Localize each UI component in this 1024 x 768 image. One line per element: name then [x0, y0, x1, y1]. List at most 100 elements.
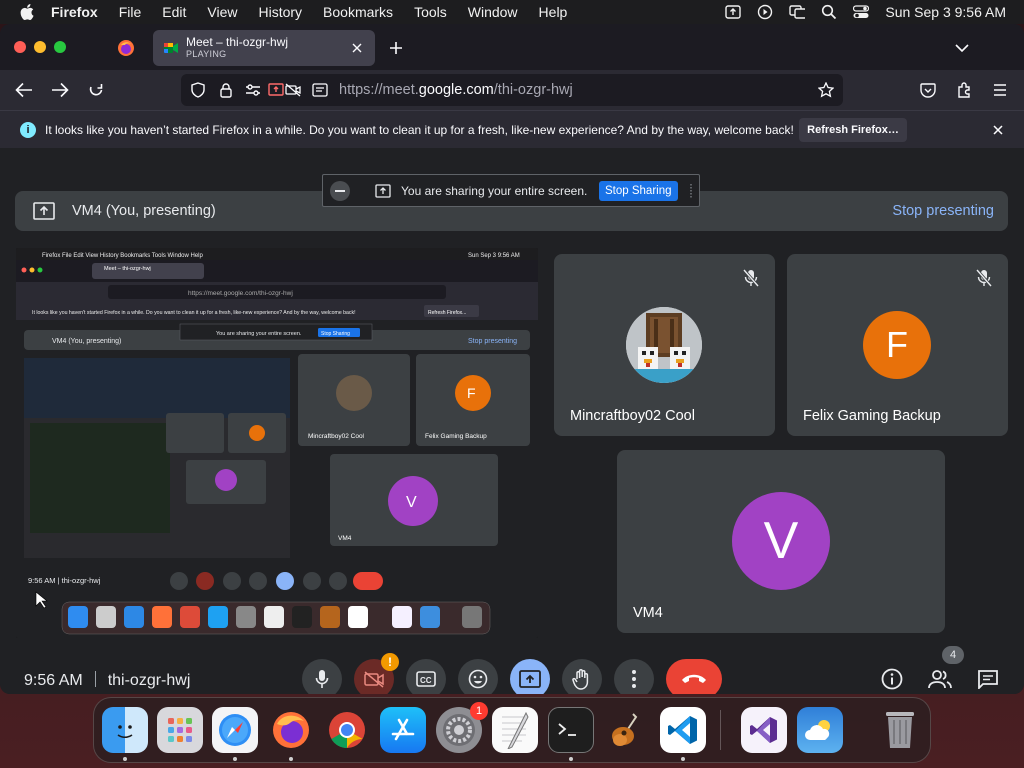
reload-button[interactable]: [84, 78, 108, 102]
now-playing-icon[interactable]: [757, 4, 773, 20]
svg-text:CC: CC: [420, 676, 432, 685]
zoom-window-button[interactable]: [54, 41, 66, 53]
menu-app-name[interactable]: Firefox: [51, 4, 98, 20]
participant-tile-felix[interactable]: F Felix Gaming Backup: [787, 254, 1008, 436]
stop-sharing-button[interactable]: Stop Sharing: [599, 181, 678, 201]
tracking-protection-shield-icon[interactable]: [189, 81, 207, 99]
svg-text:VM4: VM4: [338, 535, 352, 542]
menu-bar: Firefox File Edit View History Bookmarks…: [0, 0, 1024, 24]
back-button[interactable]: [12, 78, 36, 102]
dock-textedit-icon[interactable]: [492, 707, 538, 753]
spotlight-search-icon[interactable]: [821, 4, 837, 20]
pocket-icon[interactable]: [916, 78, 940, 102]
control-center-icon[interactable]: [853, 4, 870, 20]
microphone-button[interactable]: [302, 659, 342, 694]
menu-tools[interactable]: Tools: [414, 4, 447, 20]
forward-button[interactable]: [48, 78, 72, 102]
svg-text:V: V: [406, 494, 417, 511]
lock-icon[interactable]: [217, 81, 235, 99]
notification-bar: i It looks like you haven’t started Fire…: [0, 110, 1024, 148]
minimize-notice-icon[interactable]: [330, 181, 350, 201]
hang-up-icon: [682, 674, 706, 683]
stop-presenting-button[interactable]: Stop presenting: [892, 203, 994, 219]
mic-off-icon: [741, 268, 761, 288]
minimize-window-button[interactable]: [34, 41, 46, 53]
people-count-badge: 4: [942, 646, 964, 664]
more-options-button[interactable]: [614, 659, 654, 694]
dock-vscode-icon[interactable]: [660, 707, 706, 753]
bookmark-star-icon[interactable]: [817, 81, 835, 99]
chat-button[interactable]: [976, 667, 1000, 691]
apple-menu-icon[interactable]: [17, 2, 37, 22]
microphone-icon: [315, 670, 329, 688]
tab-bar: Meet – thi-ozgr-hwj PLAYING: [0, 24, 1024, 70]
camera-button[interactable]: !: [354, 653, 399, 694]
new-tab-button[interactable]: [386, 38, 406, 58]
camera-blocked-icon[interactable]: [284, 81, 302, 99]
more-vertical-icon: [632, 670, 636, 688]
menu-help[interactable]: Help: [539, 4, 568, 20]
screen-share-status-icon[interactable]: [725, 4, 742, 20]
url-bar[interactable]: https://meet.google.com/thi-ozgr-hwj: [181, 74, 843, 106]
svg-text:Stop presenting: Stop presenting: [468, 338, 517, 345]
close-window-button[interactable]: [14, 41, 26, 53]
meeting-time: 9:56 AM: [24, 672, 83, 689]
extensions-icon[interactable]: [952, 78, 976, 102]
menubar-clock[interactable]: Sun Sep 3 9:56 AM: [885, 4, 1006, 20]
dock-terminal-icon[interactable]: [548, 707, 594, 753]
captions-button[interactable]: CC: [406, 659, 446, 694]
dock-visual-studio-icon[interactable]: [741, 707, 787, 753]
people-icon: [928, 670, 952, 689]
participant-tile-mincraftboy[interactable]: Mincraftboy02 Cool: [554, 254, 775, 436]
list-all-tabs-chevron-icon[interactable]: [952, 38, 972, 58]
dock-trash-icon[interactable]: [877, 707, 923, 753]
people-button[interactable]: [928, 667, 952, 691]
drag-handle-icon[interactable]: [689, 183, 693, 199]
present-now-button[interactable]: [510, 659, 550, 694]
svg-text:https://meet.google.com/thi-oz: https://meet.google.com/thi-ozgr-hwj: [188, 290, 293, 297]
firefox-view-button[interactable]: [112, 34, 140, 62]
menu-window[interactable]: Window: [468, 4, 518, 20]
camera-alert-badge: !: [381, 653, 399, 671]
dock-app-store-icon[interactable]: [380, 707, 426, 753]
hamburger-menu-icon[interactable]: [988, 78, 1012, 102]
permissions-icon[interactable]: [244, 81, 262, 99]
dock-running-indicator: [289, 757, 293, 761]
screen-mirroring-icon[interactable]: [789, 4, 806, 20]
close-tab-icon[interactable]: [349, 40, 365, 56]
tab-meet[interactable]: Meet – thi-ozgr-hwj PLAYING: [153, 30, 375, 66]
dock-safari-icon[interactable]: [212, 707, 258, 753]
svg-text:Stop Sharing: Stop Sharing: [321, 331, 350, 337]
refresh-firefox-button[interactable]: Refresh Firefox…: [799, 118, 907, 142]
raise-hand-button[interactable]: [562, 659, 602, 694]
avatar-vm4: V: [732, 492, 830, 590]
url-text[interactable]: https://meet.google.com/thi-ozgr-hwj: [339, 82, 573, 98]
notification-text: It looks like you haven’t started Firefo…: [45, 123, 794, 137]
meeting-details-button[interactable]: [880, 667, 904, 691]
dock-weather-icon[interactable]: [797, 707, 843, 753]
dock-finder-icon[interactable]: [102, 707, 148, 753]
close-notification-icon[interactable]: [990, 122, 1006, 138]
participant-name: VM4: [633, 605, 663, 621]
leave-call-button[interactable]: [666, 659, 722, 694]
reader-view-icon[interactable]: [311, 81, 329, 99]
meeting-details: 9:56 AM thi-ozgr-hwj: [24, 671, 190, 690]
menu-view[interactable]: View: [207, 4, 237, 20]
reactions-button[interactable]: [458, 659, 498, 694]
firefox-window: Meet – thi-ozgr-hwj PLAYING https://meet…: [0, 24, 1024, 694]
participant-tile-vm4[interactable]: V VM4: [617, 450, 945, 633]
dock-system-settings-icon[interactable]: 1: [436, 702, 488, 753]
menu-history[interactable]: History: [258, 4, 302, 20]
dock-chrome-icon[interactable]: [324, 707, 370, 753]
nav-bar: https://meet.google.com/thi-ozgr-hwj: [0, 70, 1024, 110]
present-screen-icon: [519, 670, 541, 688]
dock-firefox-icon[interactable]: [268, 707, 314, 753]
dock-launchpad-icon[interactable]: [157, 707, 203, 753]
dock-garageband-icon[interactable]: [604, 707, 650, 753]
menu-edit[interactable]: Edit: [162, 4, 186, 20]
svg-text:It looks like you haven't star: It looks like you haven't started Firefo…: [32, 310, 356, 316]
menu-bookmarks[interactable]: Bookmarks: [323, 4, 393, 20]
menu-file[interactable]: File: [119, 4, 142, 20]
screen-sharing-indicator-icon[interactable]: [267, 81, 285, 99]
meeting-code: thi-ozgr-hwj: [107, 672, 191, 689]
